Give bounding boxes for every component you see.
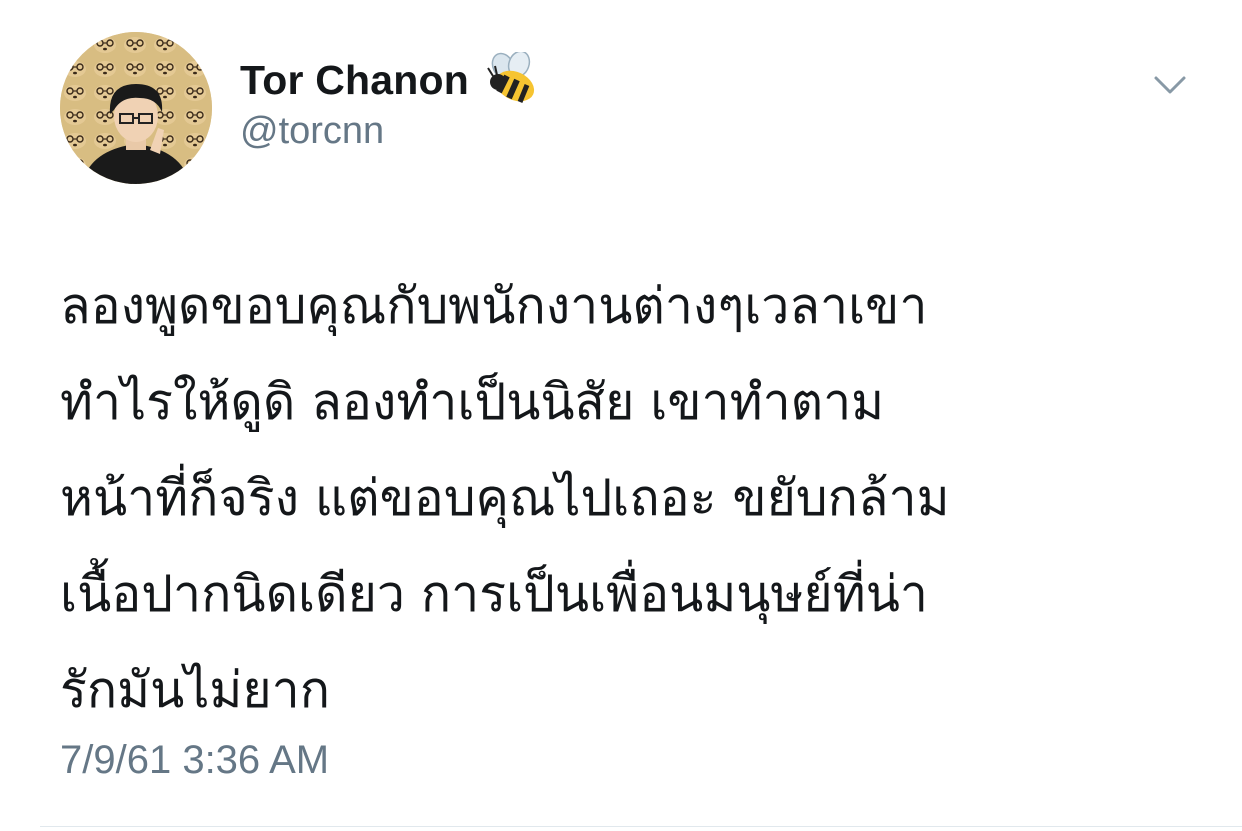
user-display-name[interactable]: Tor Chanon: [240, 57, 469, 104]
avatar[interactable]: [60, 32, 212, 184]
tweet-text-line: รักมันไม่ยาก: [60, 661, 331, 719]
tweet-text-line: ทำไรให้ดูดิ ลองทำเป็นนิสัย เขาทำตาม: [60, 373, 885, 431]
tweet-text-line: เนื้อปากนิดเดียว การเป็นเพื่อนมนุษย์ที่น…: [60, 565, 928, 623]
user-handle[interactable]: @torcnn: [240, 110, 384, 153]
bee-icon: [485, 50, 541, 108]
divider: [40, 826, 1242, 827]
tweet-text-line: ลองพูดขอบคุณกับพนักงานต่างๆเวลาเขา: [60, 277, 928, 335]
user-name-row: Tor Chanon: [240, 50, 541, 110]
chevron-down-icon[interactable]: [1150, 70, 1190, 100]
tweet-text-line: หน้าที่ก็จริง แต่ขอบคุณไปเถอะ ขยับกล้าม: [60, 469, 950, 527]
tweet-text: ลองพูดขอบคุณกับพนักงานต่างๆเวลาเขา ทำไรใ…: [60, 258, 1190, 738]
tweet-timestamp[interactable]: 7/9/61 3:36 AM: [60, 738, 329, 783]
tweet-card: Tor Chanon @torcnn ลองพูดขอบคุณกับพนักงา…: [0, 0, 1242, 831]
